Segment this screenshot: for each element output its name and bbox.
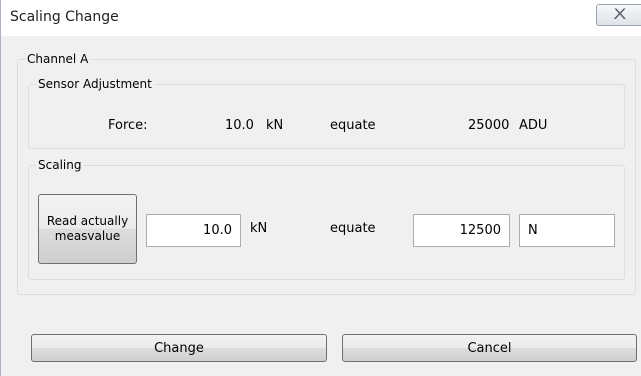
change-button[interactable]: Change: [31, 334, 327, 362]
scaled-value-input[interactable]: 12500: [413, 214, 510, 247]
close-icon: X: [612, 7, 627, 23]
sensor-adjustment-legend: Sensor Adjustment: [38, 77, 152, 91]
sensor-force-value: 10.0: [225, 118, 254, 133]
sensor-equivalent-value: 25000: [468, 118, 510, 133]
scaling-legend: Scaling: [38, 158, 82, 172]
force-value-input[interactable]: 10.0: [146, 214, 241, 247]
cancel-button[interactable]: Cancel: [342, 334, 637, 362]
scaling-equate-label: equate: [330, 221, 376, 236]
sensor-adjustment-group: Sensor Adjustment: [28, 77, 625, 149]
read-measvalue-button[interactable]: Read actually measvalue: [38, 194, 137, 264]
scaling-change-dialog: Scaling Change X Channel A Sensor Adjust…: [0, 0, 641, 376]
window-title: Scaling Change: [10, 9, 119, 25]
sensor-equivalent-unit: ADU: [519, 118, 548, 133]
scaled-unit-input[interactable]: N: [519, 214, 615, 247]
close-button[interactable]: X: [596, 4, 641, 26]
force-label: Force:: [108, 118, 148, 133]
title-bar: Scaling Change X: [1, 0, 641, 36]
sensor-force-unit: kN: [266, 118, 284, 133]
channel-legend: Channel A: [27, 52, 89, 66]
sensor-equate-label: equate: [330, 118, 376, 133]
force-unit-label: kN: [250, 221, 268, 236]
